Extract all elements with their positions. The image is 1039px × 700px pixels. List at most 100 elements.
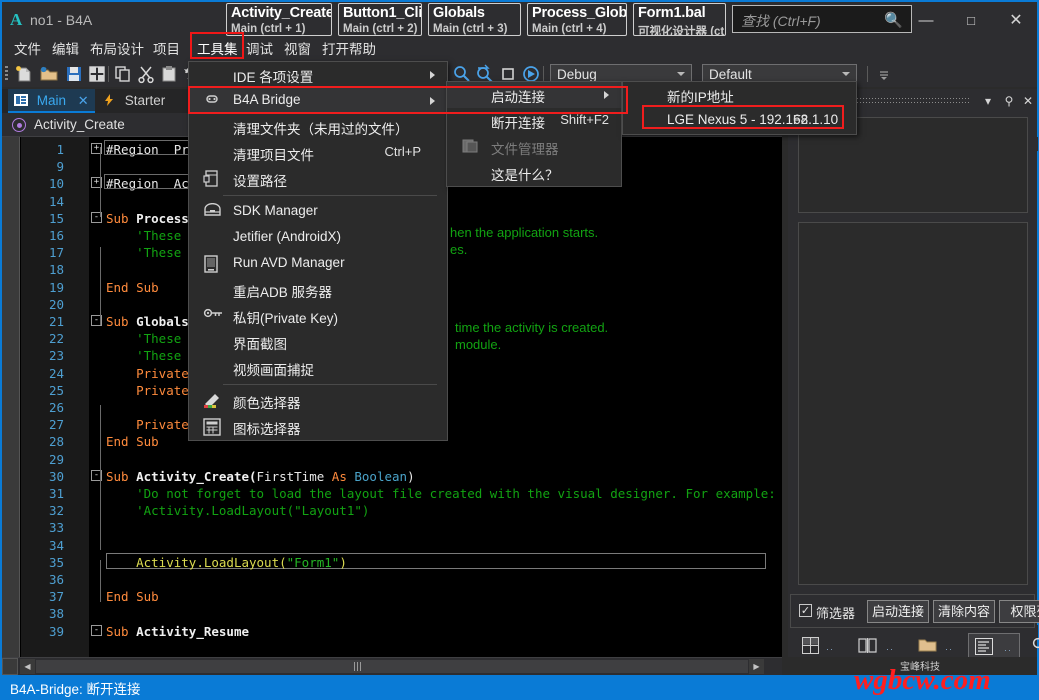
line-number: 30 bbox=[48, 468, 64, 484]
code-line[interactable]: End Sub bbox=[106, 588, 159, 605]
search-placeholder: 查找 (Ctrl+F) bbox=[741, 13, 821, 29]
clear-content-button[interactable]: 清除内容 bbox=[933, 600, 995, 623]
menu-item-jetifierandroidx[interactable]: Jetifier (AndroidX) bbox=[189, 225, 447, 251]
menu-project[interactable]: 项目 bbox=[149, 40, 184, 60]
scroll-left-icon[interactable]: ◀ bbox=[20, 659, 35, 674]
menu-item-lgenexus5192168110[interactable]: LGE Nexus 5 - 192.168.1.10 F2 bbox=[623, 108, 856, 134]
method-tab-button1-click[interactable]: Button1_Click Main (ctrl + 2) bbox=[338, 3, 422, 36]
menu-window[interactable]: 视窗 bbox=[280, 40, 315, 60]
code-line[interactable]: 'Do not forget to load the layout file c… bbox=[106, 485, 776, 502]
menu-item-ip[interactable]: 新的IP地址 bbox=[623, 82, 856, 108]
code-token: Sub bbox=[106, 210, 137, 226]
save-all-icon[interactable] bbox=[87, 64, 107, 84]
hscroll-track[interactable] bbox=[36, 660, 748, 673]
tools-dropdown-menu[interactable]: IDE 各项设置 B4A Bridge 清理文件夹（未用过的文件） 清理项目文件 Ctr… bbox=[188, 61, 448, 441]
panel-box-main[interactable] bbox=[798, 222, 1028, 585]
code-token: Activity_Create( bbox=[136, 468, 257, 484]
menu-item-adb[interactable]: 重启ADB 服务器 bbox=[189, 277, 447, 303]
menu-item-[interactable]: 清理文件夹（未用过的文件） bbox=[189, 114, 447, 140]
chevron-down-icon[interactable]: ▾ bbox=[980, 93, 996, 109]
file-tab-main[interactable]: Main ✕ bbox=[8, 89, 95, 113]
menu-item-privatekey[interactable]: 私钥(Private Key) bbox=[189, 303, 447, 329]
line-number: 25 bbox=[48, 382, 64, 398]
menu-item-[interactable]: 视频画面捕捉 bbox=[189, 355, 447, 381]
code-comment-overflow: module. bbox=[455, 337, 502, 352]
line-number: 26 bbox=[48, 400, 64, 415]
code-line[interactable]: End Sub bbox=[106, 433, 159, 450]
save-icon[interactable] bbox=[64, 64, 84, 84]
close-button[interactable]: ✕ bbox=[994, 10, 1038, 32]
close-icon[interactable]: ✕ bbox=[78, 93, 89, 108]
method-tab-form1-bal[interactable]: Form1.bal 可视化设计器 (ctrl + bbox=[633, 3, 726, 36]
chevron-right-icon bbox=[604, 91, 609, 99]
menu-item-[interactable]: 启动连接 bbox=[447, 82, 621, 108]
toolbar-overflow-icon[interactable] bbox=[874, 64, 894, 84]
menu-item-b4abridge[interactable]: B4A Bridge bbox=[189, 88, 447, 114]
code-line[interactable]: Sub Activity_Create(FirstTime As Boolean… bbox=[106, 468, 415, 485]
menu-file[interactable]: 文件 bbox=[10, 40, 45, 60]
chevron-down-icon[interactable]: ·· bbox=[1004, 645, 1013, 655]
minimize-button[interactable]: — bbox=[904, 10, 948, 32]
tab-libraries[interactable]: ·· bbox=[852, 633, 904, 657]
tab-find[interactable]: ·· bbox=[1028, 633, 1039, 657]
tab-logs[interactable]: ·· bbox=[968, 633, 1020, 657]
chevron-down-icon[interactable]: ·· bbox=[945, 644, 954, 654]
hscroll-grip[interactable] bbox=[354, 662, 363, 671]
pin-icon[interactable]: ⚲ bbox=[1001, 93, 1017, 109]
key-icon bbox=[203, 307, 223, 325]
menu-item-[interactable]: 这是什么？ bbox=[447, 160, 621, 186]
menu-item-label: SDK Manager bbox=[233, 203, 318, 218]
line-number: 39 bbox=[48, 623, 64, 639]
code-line[interactable]: End Sub bbox=[106, 279, 159, 296]
chevron-down-icon[interactable]: ·· bbox=[826, 644, 835, 654]
file-tab-starter[interactable]: Starter bbox=[96, 89, 171, 113]
panel-bottom-tabs: ·· ·· ·· ·· bbox=[788, 631, 1039, 657]
code-token: 'Activity.LoadLayout("Layout1") bbox=[106, 503, 370, 519]
editor-horizontal-scrollbar[interactable]: ◀ ▶ bbox=[2, 657, 782, 675]
menu-edit[interactable]: 编辑 bbox=[48, 40, 83, 60]
menu-debug[interactable]: 调试 bbox=[242, 40, 277, 60]
device-submenu[interactable]: 新的IP地址 LGE Nexus 5 - 192.168.1.10 F2 bbox=[622, 81, 857, 135]
menu-item-[interactable]: 图标选择器 bbox=[189, 414, 447, 440]
code-line[interactable]: Sub Globals bbox=[106, 313, 189, 330]
filter-checkbox[interactable]: ✓ bbox=[799, 604, 812, 617]
search-input[interactable]: 查找 (Ctrl+F) 🔍 bbox=[732, 5, 912, 33]
permissions-button[interactable]: 权限列 bbox=[999, 600, 1039, 623]
menu-item-[interactable]: 界面截图 bbox=[189, 329, 447, 355]
copy-icon[interactable] bbox=[113, 64, 133, 84]
code-line[interactable]: Sub Activity_Resume bbox=[106, 623, 249, 639]
menu-help[interactable]: 打开帮助 bbox=[318, 40, 380, 60]
chevron-down-icon[interactable]: ·· bbox=[886, 644, 895, 654]
menu-item-ide[interactable]: IDE 各项设置 bbox=[189, 62, 447, 88]
toolbar-grip[interactable] bbox=[5, 66, 8, 82]
menu-layout[interactable]: 布局设计 bbox=[86, 40, 148, 60]
menu-item-[interactable]: 断开连接 Shift+F2 bbox=[447, 108, 621, 134]
start-connection-button[interactable]: 启动连接 bbox=[867, 600, 929, 623]
code-line[interactable]: 'Activity.LoadLayout("Layout1") bbox=[106, 502, 369, 519]
maximize-button[interactable]: □ bbox=[949, 10, 993, 32]
menu-item-[interactable]: 清理项目文件 Ctrl+P bbox=[189, 140, 447, 166]
code-line[interactable]: Activity.LoadLayout("Form1") bbox=[106, 554, 347, 571]
cut-icon[interactable] bbox=[136, 64, 156, 84]
tab-layout[interactable]: ·· bbox=[796, 633, 844, 657]
method-tab-globals[interactable]: Globals Main (ctrl + 3) bbox=[428, 3, 521, 36]
open-folder-icon[interactable] bbox=[39, 64, 59, 84]
paste-icon[interactable] bbox=[159, 64, 179, 84]
method-tab-process-globals[interactable]: Process_Globals Main (ctrl + 4) bbox=[527, 3, 627, 36]
menu-item-label: 这是什么？ bbox=[491, 168, 559, 183]
icon-picker-icon bbox=[203, 418, 223, 436]
fold-toggle-icon[interactable]: - bbox=[91, 624, 102, 636]
menu-item-[interactable]: 颜色选择器 bbox=[189, 388, 447, 414]
tab-files[interactable]: ·· bbox=[912, 633, 962, 657]
new-file-icon[interactable] bbox=[14, 64, 34, 84]
menu-item-runavdmanager[interactable]: Run AVD Manager bbox=[189, 251, 447, 277]
menu-item-label: 启动连接 bbox=[491, 90, 545, 105]
config-value: Default bbox=[709, 67, 752, 82]
menu-item-sdkmanager[interactable]: SDK Manager bbox=[189, 199, 447, 225]
search-icon[interactable]: 🔍 bbox=[884, 11, 903, 29]
close-icon[interactable]: ✕ bbox=[1020, 93, 1036, 109]
menu-item-label: 界面截图 bbox=[233, 337, 287, 352]
menu-item-[interactable]: 设置路径 bbox=[189, 166, 447, 192]
scroll-right-icon[interactable]: ▶ bbox=[749, 659, 764, 674]
b4a-bridge-submenu[interactable]: 启动连接 断开连接 Shift+F2 文件管理器 这是什么？ bbox=[446, 81, 622, 187]
